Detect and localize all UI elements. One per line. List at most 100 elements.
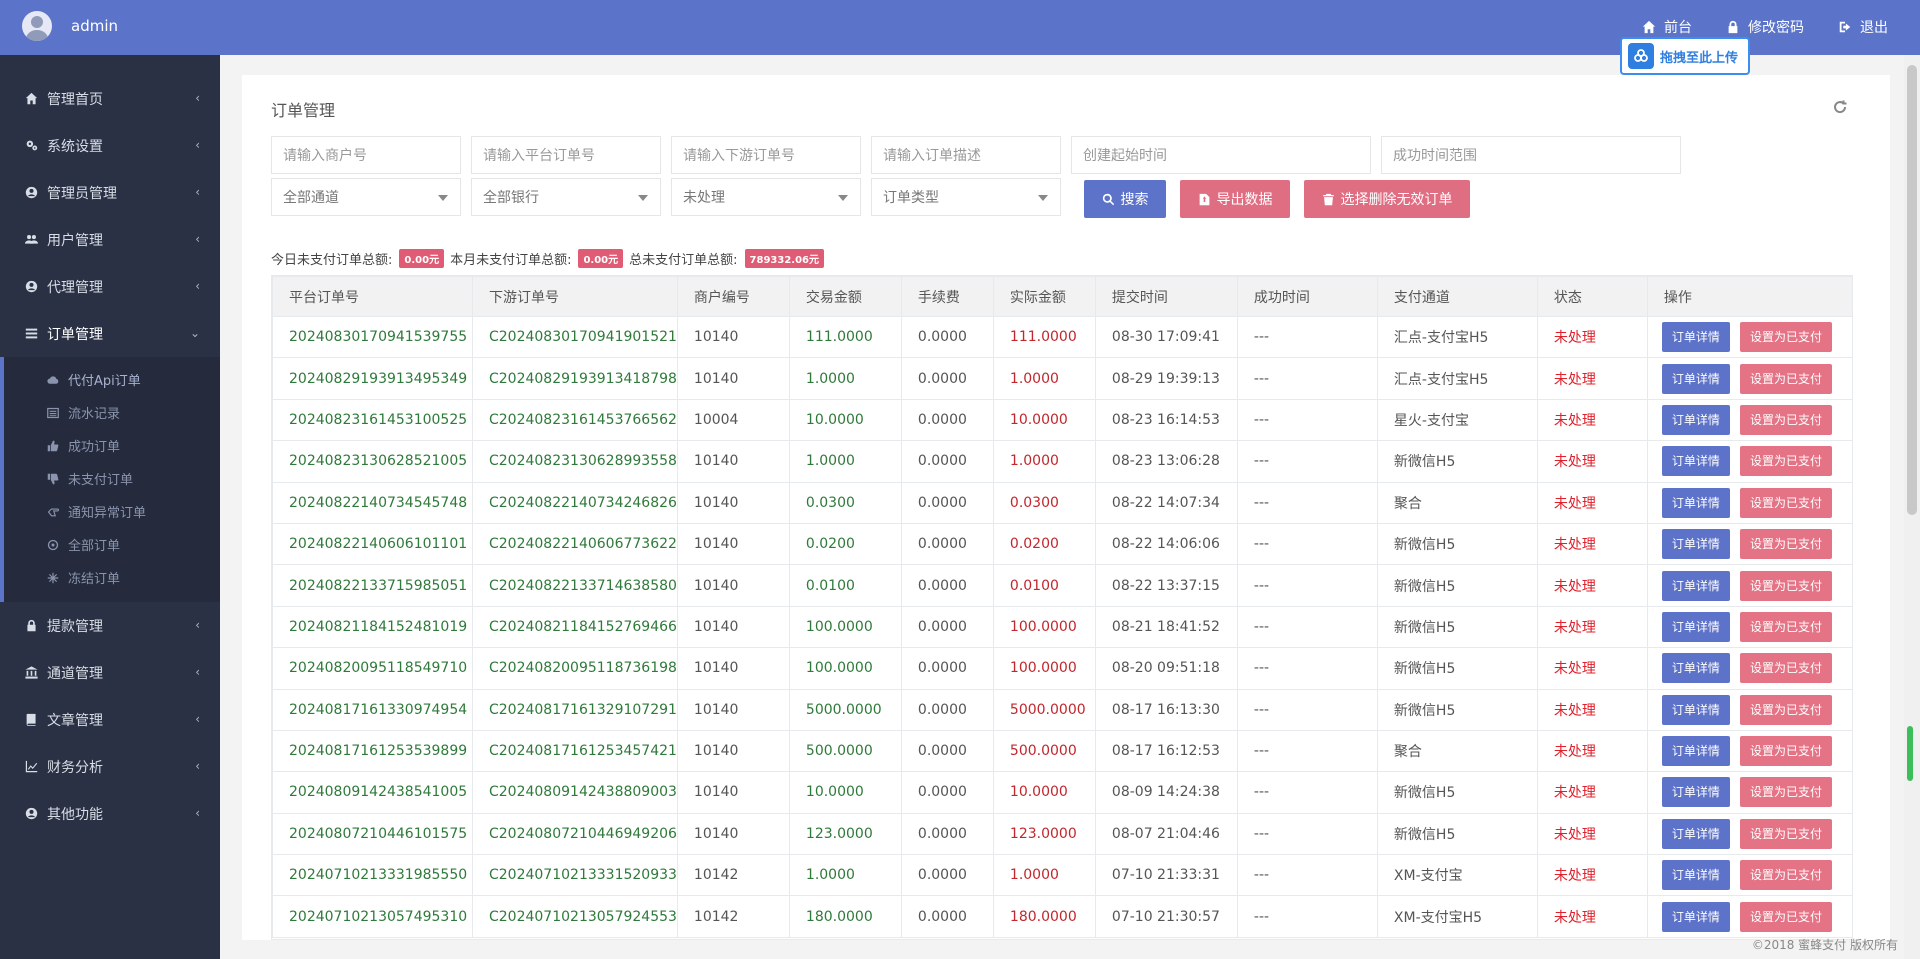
bank-select[interactable]: 全部银行 [471, 178, 661, 216]
sidebar-item-dashboard[interactable]: 管理首页 ‹ [0, 75, 220, 122]
order-detail-button[interactable]: 订单详情 [1661, 363, 1730, 394]
order-detail-button[interactable]: 订单详情 [1661, 322, 1730, 353]
platform-order-input[interactable]: 请输入平台订单号 [471, 136, 661, 174]
channel-select[interactable]: 全部通道 [271, 178, 461, 216]
sidebar-item-agent-management[interactable]: 代理管理 ‹ [0, 263, 220, 310]
order-detail-button[interactable]: 订单详情 [1661, 446, 1730, 477]
sidebar-item-withdrawal-management[interactable]: 提款管理 ‹ [0, 602, 220, 649]
sidebar-subitem-transaction-records[interactable]: 流水记录 [4, 396, 220, 429]
thumbs-up-icon [46, 439, 60, 453]
actual-amount-cell: 100.0000 [992, 647, 1096, 690]
order-detail-button[interactable]: 订单详情 [1661, 529, 1730, 560]
set-paid-button[interactable]: 设置为已支付 [1739, 363, 1832, 394]
status-cell: 未处理 [1536, 357, 1648, 400]
amount-cell: 10.0000 [788, 771, 902, 814]
sidebar-item-other-functions[interactable]: 其他功能 ‹ [0, 790, 220, 837]
order-detail-button[interactable]: 订单详情 [1661, 653, 1730, 684]
export-button[interactable]: 导出数据 [1180, 180, 1290, 218]
export-icon [1199, 193, 1209, 205]
sidebar-item-order-management[interactable]: 订单管理 ⌄ [0, 310, 220, 357]
sidebar-item-article-management[interactable]: 文章管理 ‹ [0, 696, 220, 743]
sidebar-subitem-notify-exception-orders[interactable]: 通知异常订单 [4, 495, 220, 528]
downstream-order-cell: C20240817161329107291 [472, 688, 678, 731]
order-detail-button[interactable]: 订单详情 [1661, 777, 1730, 808]
order-detail-button[interactable]: 订单详情 [1661, 860, 1730, 891]
nav-logout[interactable]: 退出 [1838, 17, 1888, 37]
success-time-cell: --- [1236, 522, 1378, 566]
set-paid-button[interactable]: 设置为已支付 [1739, 818, 1832, 849]
scrollbar-thumb[interactable] [1907, 65, 1917, 515]
set-paid-button[interactable]: 设置为已支付 [1739, 322, 1832, 353]
order-detail-button[interactable]: 订单详情 [1661, 736, 1730, 767]
order-detail-button[interactable]: 订单详情 [1661, 611, 1730, 642]
sidebar-subitem-unpaid-orders[interactable]: 未支付订单 [4, 462, 220, 495]
merchant-id-cell: 10140 [676, 812, 790, 856]
set-paid-button[interactable]: 设置为已支付 [1739, 777, 1832, 808]
set-paid-button[interactable]: 设置为已支付 [1739, 736, 1832, 767]
set-paid-button[interactable]: 设置为已支付 [1739, 901, 1832, 932]
user-info[interactable]: admin [22, 11, 118, 41]
sidebar-item-system-settings[interactable]: 系统设置 ‹ [0, 122, 220, 169]
unpaid-summary: 今日未支付订单总额: 0.00元 本月未支付订单总额: 0.00元 总未支付订单… [271, 249, 830, 268]
set-paid-button[interactable]: 设置为已支付 [1739, 446, 1832, 477]
table-row: 20240823161453100525 C2024082316145376656… [272, 398, 1852, 442]
upload-badge[interactable]: 拖拽至此上传 [1620, 37, 1750, 75]
sidebar-subitem-label: 通知异常订单 [68, 506, 147, 521]
user-circle-icon [24, 280, 38, 294]
merchant-id-cell: 10140 [676, 605, 790, 649]
sidebar-item-admin-management[interactable]: 管理员管理 ‹ [0, 169, 220, 216]
side-scroll-indicator [1907, 726, 1913, 781]
order-detail-button[interactable]: 订单详情 [1661, 901, 1730, 932]
sidebar-item-channel-management[interactable]: 通道管理 ‹ [0, 649, 220, 696]
merchant-id-cell: 10140 [676, 315, 790, 359]
search-button[interactable]: 搜索 [1084, 180, 1166, 218]
sidebar-item-financial-analysis[interactable]: 财务分析 ‹ [0, 743, 220, 790]
set-paid-button[interactable]: 设置为已支付 [1739, 570, 1832, 601]
set-paid-button[interactable]: 设置为已支付 [1739, 529, 1832, 560]
set-paid-button[interactable]: 设置为已支付 [1739, 611, 1832, 642]
col-merchant-id: 商户编号 [676, 276, 790, 317]
table-row: 20240710213331985550 C2024071021333152093… [272, 854, 1852, 897]
downstream-order-input[interactable]: 请输入下游订单号 [671, 136, 861, 174]
set-paid-button[interactable]: 设置为已支付 [1739, 404, 1832, 435]
order-detail-button[interactable]: 订单详情 [1661, 487, 1730, 518]
order-description-input[interactable]: 请输入订单描述 [871, 136, 1061, 174]
avatar[interactable] [22, 11, 52, 41]
merchant-input[interactable]: 请输入商户号 [271, 136, 461, 174]
amount-cell: 5000.0000 [788, 688, 902, 731]
order-detail-button[interactable]: 订单详情 [1661, 404, 1730, 435]
submit-time-cell: 07-10 21:30:57 [1094, 895, 1238, 938]
sidebar-item-user-management[interactable]: 用户管理 ‹ [0, 216, 220, 263]
page-scrollbar[interactable] [1904, 55, 1920, 959]
sidebar-subitem-successful-orders[interactable]: 成功订单 [4, 429, 220, 462]
success-time-input[interactable]: 成功时间范围 [1381, 136, 1681, 174]
trash-icon [1322, 193, 1334, 205]
actual-amount-cell: 5000.0000 [992, 688, 1096, 731]
set-paid-button[interactable]: 设置为已支付 [1739, 653, 1832, 684]
chart-icon [24, 760, 38, 774]
create-time-input[interactable]: 创建起始时间 [1071, 136, 1371, 174]
sidebar-subitem-frozen-orders[interactable]: 冻结订单 [4, 561, 220, 594]
col-submit-time: 提交时间 [1094, 276, 1238, 317]
delete-invalid-orders-button[interactable]: 选择删除无效订单 [1304, 180, 1470, 218]
submit-time-cell: 08-29 19:39:13 [1094, 357, 1238, 400]
submit-time-cell: 08-09 14:24:38 [1094, 771, 1238, 814]
order-detail-button[interactable]: 订单详情 [1661, 818, 1730, 849]
actual-amount-cell: 500.0000 [992, 729, 1096, 773]
order-type-select[interactable]: 订单类型 [871, 178, 1061, 216]
actions-cell: 订单详情 设置为已支付 [1646, 605, 1852, 649]
set-paid-button[interactable]: 设置为已支付 [1739, 860, 1832, 891]
set-paid-button[interactable]: 设置为已支付 [1739, 487, 1832, 518]
actions-cell: 订单详情 设置为已支付 [1646, 895, 1852, 938]
sidebar-item-label: 订单管理 [47, 326, 103, 343]
nav-change-password[interactable]: 修改密码 [1726, 17, 1804, 37]
sidebar-subitem-label: 未支付订单 [68, 473, 134, 488]
refresh-icon[interactable] [1832, 99, 1848, 115]
set-paid-button[interactable]: 设置为已支付 [1739, 694, 1832, 725]
sidebar-subitem-all-orders[interactable]: 全部订单 [4, 528, 220, 561]
sidebar-subitem-payout-api-orders[interactable]: 代付Api订单 [4, 363, 220, 396]
order-detail-button[interactable]: 订单详情 [1661, 694, 1730, 725]
order-detail-button[interactable]: 订单详情 [1661, 570, 1730, 601]
status-select[interactable]: 未处理 [671, 178, 861, 216]
nav-frontend[interactable]: 前台 [1642, 17, 1692, 37]
